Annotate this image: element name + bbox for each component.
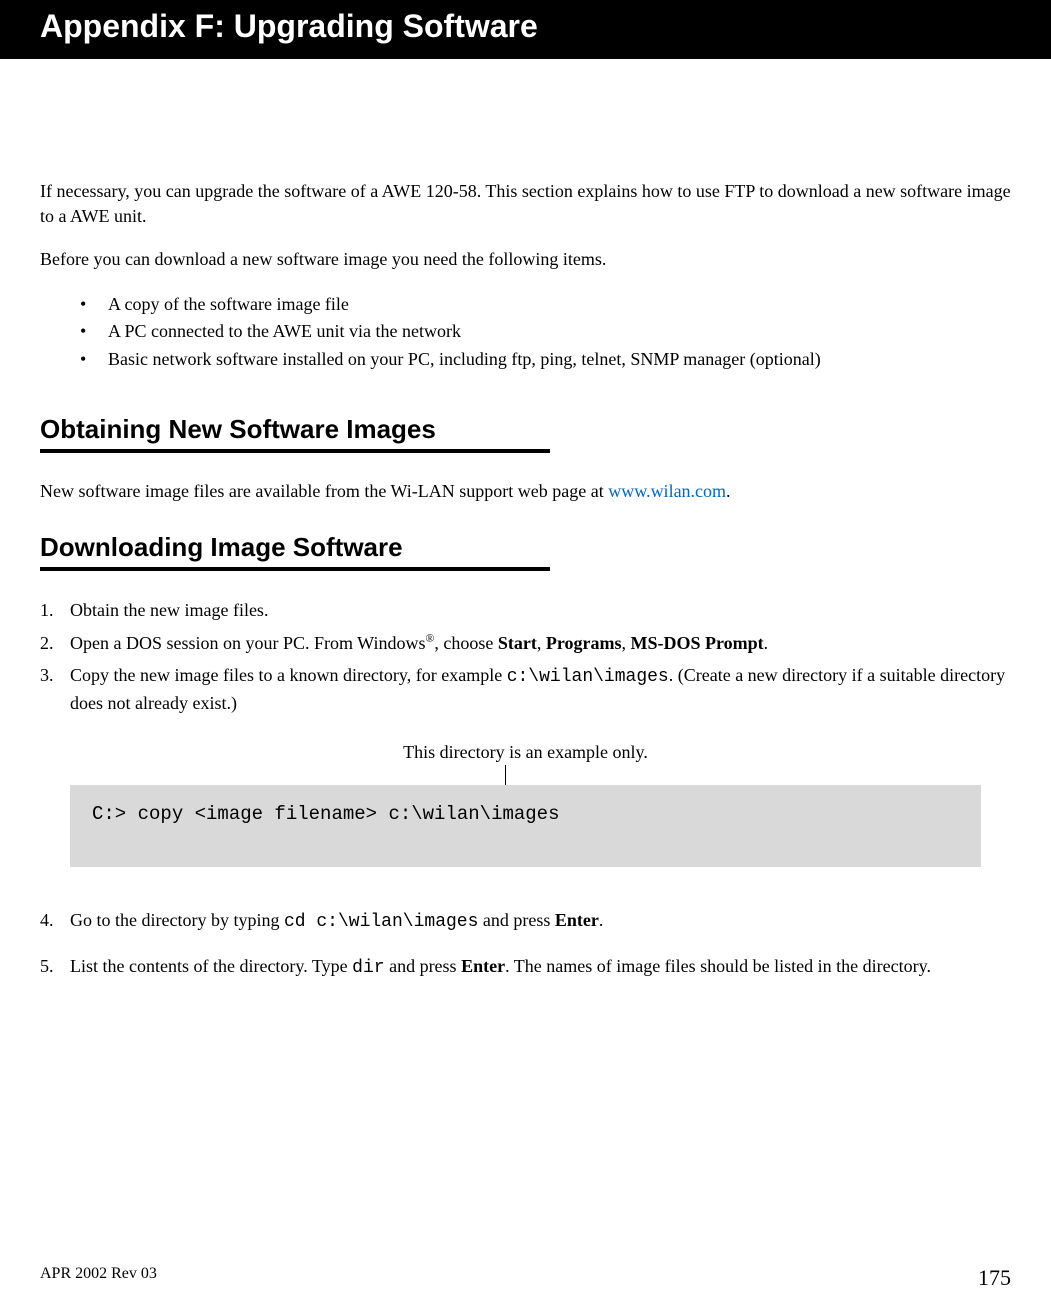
- wilan-link[interactable]: www.wilan.com: [608, 481, 726, 501]
- list-item: A PC connected to the AWE unit via the n…: [80, 318, 1011, 346]
- header-title: Appendix F: Upgrading Software: [40, 8, 538, 44]
- page-number: 175: [978, 1265, 1011, 1291]
- step-3: Copy the new image files to a known dire…: [40, 662, 1011, 716]
- step-2: Open a DOS session on your PC. From Wind…: [40, 630, 1011, 656]
- text: and press: [385, 956, 461, 976]
- mono-cd: cd c:\wilan\images: [284, 912, 478, 932]
- text: .: [599, 910, 604, 930]
- section1-body: New software image files are available f…: [40, 479, 1011, 504]
- page-content: If necessary, you can upgrade the softwa…: [0, 59, 1051, 981]
- intro-paragraph-2: Before you can download a new software i…: [40, 247, 1011, 272]
- text: Open a DOS session on your PC. From Wind…: [70, 633, 425, 653]
- example-label: This directory is an example only.: [40, 742, 1011, 763]
- bold-enter: Enter: [461, 956, 505, 976]
- mono-path: c:\wilan\images: [507, 667, 669, 687]
- text: , choose: [434, 633, 497, 653]
- bold-start: Start: [498, 633, 537, 653]
- text: New software image files are available f…: [40, 481, 608, 501]
- text: Go to the directory by typing: [70, 910, 284, 930]
- intro-paragraph-1: If necessary, you can upgrade the softwa…: [40, 179, 1011, 229]
- step-4: Go to the directory by typing cd c:\wila…: [40, 907, 1011, 935]
- text: .: [726, 481, 731, 501]
- steps-list-continued: Go to the directory by typing cd c:\wila…: [40, 907, 1011, 981]
- step-5: List the contents of the directory. Type…: [40, 953, 1011, 981]
- section-rule: [40, 567, 550, 571]
- text: .: [764, 633, 769, 653]
- page-footer: APR 2002 Rev 03 175: [40, 1265, 1011, 1291]
- steps-list: Obtain the new image files. Open a DOS s…: [40, 597, 1011, 715]
- callout-line: [505, 765, 506, 785]
- footer-date-rev: APR 2002 Rev 03: [40, 1265, 157, 1291]
- section-rule: [40, 449, 550, 453]
- section-title-downloading: Downloading Image Software: [40, 532, 1011, 563]
- text: and press: [478, 910, 554, 930]
- list-item: Basic network software installed on your…: [80, 346, 1011, 374]
- code-example-box: C:> copy <image filename> c:\wilan\image…: [70, 785, 981, 867]
- text: ,: [537, 633, 546, 653]
- text: List the contents of the directory. Type: [70, 956, 352, 976]
- text: . The names of image files should be lis…: [505, 956, 931, 976]
- bold-msdos: MS-DOS Prompt: [631, 633, 764, 653]
- step-1: Obtain the new image files.: [40, 597, 1011, 623]
- bold-programs: Programs: [546, 633, 622, 653]
- page-header: Appendix F: Upgrading Software: [0, 0, 1051, 59]
- code-text: C:> copy <image filename> c:\wilan\image…: [92, 803, 559, 825]
- requirements-list: A copy of the software image file A PC c…: [40, 291, 1011, 375]
- text: Copy the new image files to a known dire…: [70, 665, 507, 685]
- section-title-obtaining: Obtaining New Software Images: [40, 414, 1011, 445]
- list-item: A copy of the software image file: [80, 291, 1011, 319]
- bold-enter: Enter: [555, 910, 599, 930]
- text: ,: [622, 633, 631, 653]
- mono-dir: dir: [352, 958, 384, 978]
